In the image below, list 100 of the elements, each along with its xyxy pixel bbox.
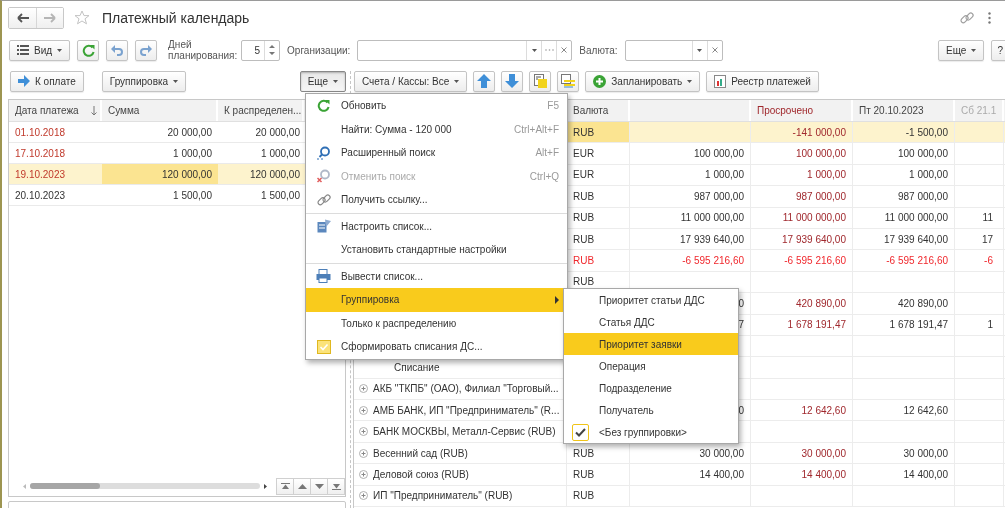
arrow-down-icon [314,483,324,489]
last-icon [331,482,341,490]
last-button[interactable] [327,477,345,495]
search-icon [316,145,331,160]
more-button[interactable]: Еще [938,39,985,61]
more-button[interactable]: Еще [299,70,346,92]
window-title: Платежный календарь [102,9,250,26]
table-cell: 14 400,00 [630,464,751,485]
menu-item[interactable]: <Без группировки> [564,421,738,443]
registry-button[interactable]: Реестр платежей [706,71,819,92]
row-label: БАНК МОСКВЫ, Металл-Сервис (RUB) [373,426,556,438]
move-up-button[interactable] [473,71,496,92]
field-label: Валюта: [579,44,618,56]
table-cell: 1 000,00 [853,164,955,186]
days-field[interactable]: 5 [241,39,281,61]
select-button[interactable] [541,40,557,60]
table-cell-text: 20 000,00 [254,125,301,140]
menu-item[interactable]: Операция [564,355,738,377]
row-label: Деловой союз (RUB) [373,468,469,480]
table-cell: 987 000,00 [751,186,853,207]
dropdown-icon [531,48,537,52]
menu-item-label: <Без группировки> [599,426,687,438]
check-icon [575,427,586,437]
menu-item[interactable]: Приоритет заявки [564,333,738,355]
back-button[interactable] [9,7,36,28]
table-cell: 14 400,00 [751,464,853,485]
move-down-button[interactable] [501,71,524,92]
table-cell: 12 642,60 [751,400,853,421]
undo-icon [111,44,124,56]
currency-field[interactable] [624,39,723,61]
menu-item[interactable]: Подразделение [564,377,738,399]
arrow-up-icon [297,483,307,489]
plus-icon [593,74,607,88]
table-cell: 12 642,60 [853,400,955,421]
undo-button[interactable] [106,39,129,61]
plan-button[interactable]: Запланировать [585,71,701,92]
accounts-button[interactable]: Счета / Кассы: Все [354,71,468,92]
shortcut-label: Alt+F [535,147,559,159]
star-icon[interactable] [74,10,90,25]
input-field[interactable]: 5 [242,41,265,59]
table-cell-text: 01.10.2018 [14,125,67,140]
caret-icon [333,79,338,83]
row-label: Весенний сад (RUB) [373,447,468,459]
redo-button[interactable] [135,39,158,61]
shortcut-label: F5 [547,100,559,112]
table-cell: 420 890,00 [853,293,955,314]
table-cell: 100 000,00 [630,143,751,164]
row-label: АМБ БАНК, ИП "Предприниматель" (R... [373,404,560,416]
next-button[interactable] [310,477,328,495]
collapse-button[interactable] [557,71,580,92]
row-label: АКБ "ТКПБ" (ОАО), Филиал "Торговый... [373,383,559,395]
arrow-left-icon [15,12,30,23]
scroll-left-icon[interactable] [23,483,26,489]
organizations-field[interactable] [357,39,573,61]
spinner-arrows-icon [269,44,276,56]
expand-icon[interactable] [359,469,368,479]
table-cell-text: 1 500,00 [260,188,301,203]
checkbox-icon [316,339,331,354]
clear-icon [561,47,568,53]
dropdown-icon [697,48,702,52]
shortcut-label: Ctrl+Q [529,170,559,182]
table-cell: 120 000,00 [102,164,218,184]
table-cell-text: 1 000,00 [172,146,213,161]
previous-button[interactable] [293,477,311,495]
table-row[interactable]: Деловой союз (RUB) RUB 14 400,00 14 400,00 14 400,00 [354,464,1005,486]
refresh-icon [317,99,330,113]
expand-icon[interactable] [359,448,368,458]
menu-item[interactable]: Сформировать списания ДС... [306,335,567,359]
expand-button[interactable] [529,71,552,92]
scroll-right-icon[interactable] [264,483,267,489]
menu-item[interactable]: Обновить F5 [306,94,567,118]
table-cell-text: 17.10.2018 [14,146,67,161]
link-icon[interactable] [960,10,974,25]
expand-icon[interactable] [359,491,368,501]
table-cell: -6 [955,250,1004,271]
scrollbar[interactable] [30,483,260,489]
table-cell-text: 20 000,00 [166,125,213,140]
table-row[interactable]: ИП "Предприниматель" (RUB) RUB [354,485,1005,508]
report-icon [714,74,727,88]
column-header[interactable]: Сумма [102,100,218,121]
table-cell: 420 890,00 [751,293,853,314]
expand-icon[interactable] [359,384,368,394]
expand-icon[interactable] [359,427,368,437]
table-cell: 30 000,00 [751,442,853,464]
help-button[interactable]: ? [991,39,1005,61]
table-cell: 17 939 640,00 [751,228,853,250]
more-icon[interactable] [988,11,991,24]
refresh-button[interactable] [77,39,100,61]
column-header[interactable]: Дата платежа [9,100,102,121]
list-settings-icon [316,219,331,234]
expand-icon[interactable] [359,405,368,415]
grouping-button[interactable]: Группировка [101,70,187,92]
menu-item-label: Подразделение [599,382,672,394]
pay-button[interactable]: К оплате [10,70,84,92]
menu-item[interactable]: Только к распределению [306,311,567,335]
field-label: Организации: [287,44,351,56]
view-button[interactable]: Вид [9,39,71,61]
table-cell: 17 939 640,00 [853,228,955,250]
first-button[interactable] [276,477,294,495]
table-cell-text: 1 000,00 [260,146,301,161]
